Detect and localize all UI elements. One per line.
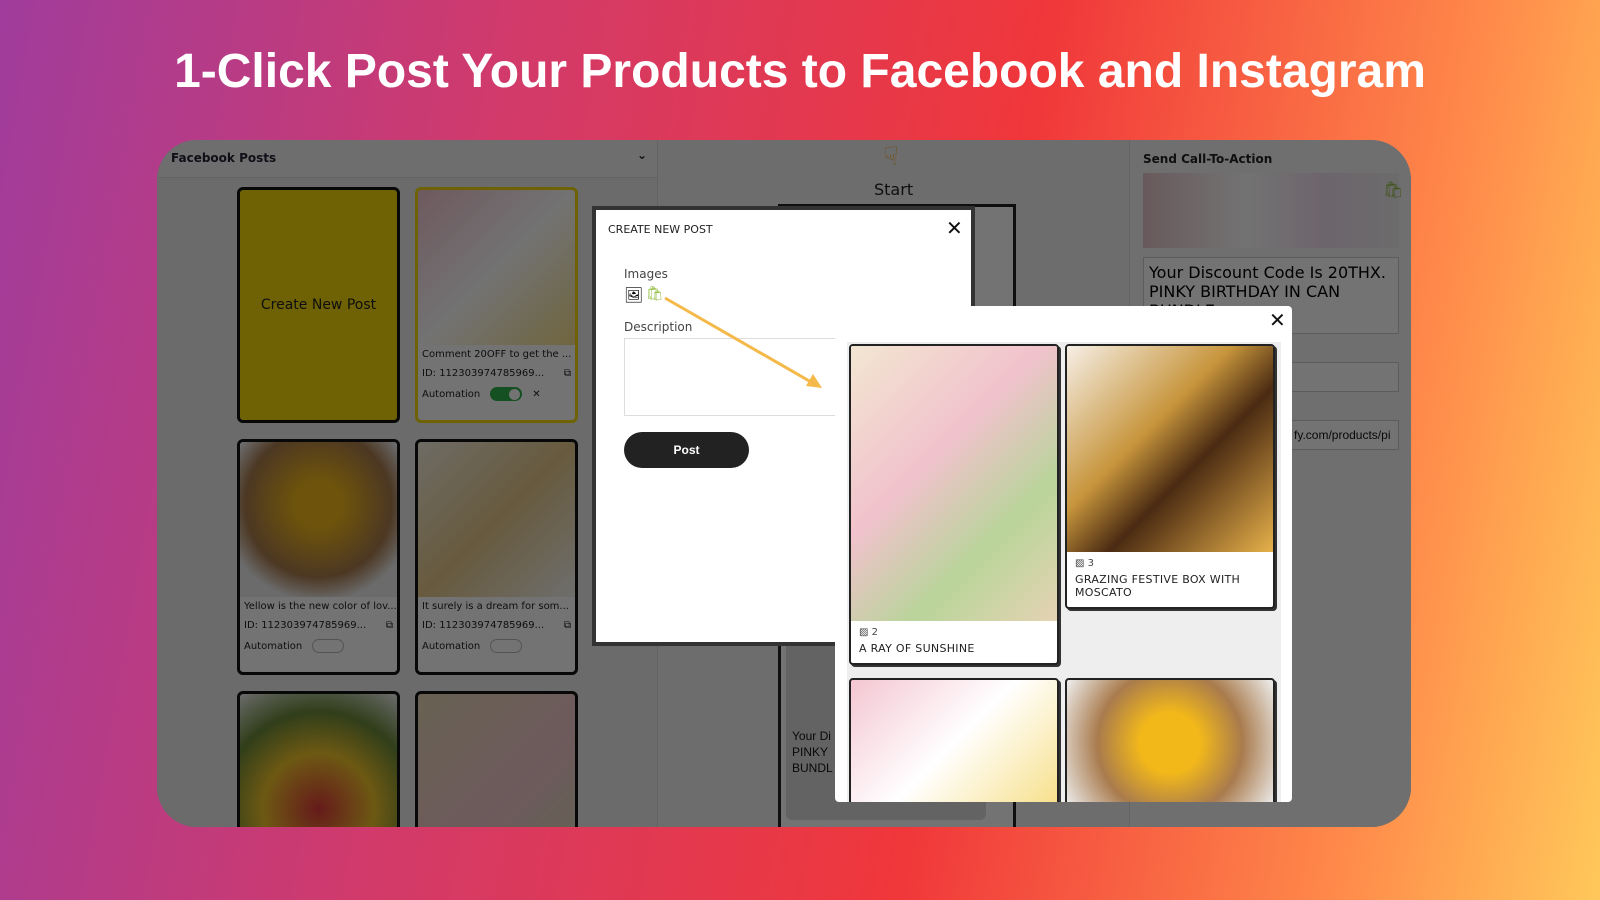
copy-icon[interactable]: ⧉ — [386, 620, 393, 631]
image-upload-icon[interactable]: 🖼 — [624, 286, 643, 304]
pointing-hand-icon: ☟ — [883, 142, 899, 172]
create-new-post-card[interactable]: Create New Post — [237, 187, 400, 423]
facebook-posts-header[interactable]: Facebook Posts ⌄ — [157, 140, 657, 178]
product-item[interactable] — [1065, 678, 1275, 802]
arrow-icon — [664, 296, 822, 388]
close-icon[interactable]: ✕ — [946, 216, 963, 240]
post-image — [418, 442, 575, 597]
automation-toggle[interactable] — [490, 639, 523, 653]
product-item[interactable]: ▨ 3 GRAZING FESTIVE BOX WITH MOSCATO — [1065, 344, 1275, 609]
product-item[interactable]: ▨ 2 A RAY OF SUNSHINE — [849, 344, 1059, 665]
close-icon[interactable]: ✕ — [532, 389, 540, 400]
post-image — [418, 190, 575, 345]
post-card[interactable]: Yellow is the new color of lov... ID: 11… — [237, 439, 400, 675]
chevron-down-icon[interactable]: ⌄ — [637, 148, 647, 162]
post-card[interactable] — [237, 691, 400, 827]
product-item[interactable] — [849, 678, 1059, 802]
image-count-icon: ▨ — [859, 627, 869, 638]
product-image — [851, 346, 1057, 621]
copy-icon[interactable]: ⧉ — [564, 620, 571, 631]
product-picker-modal: ✕ ▨ 2 A RAY OF SUNSHINE ▨ 3 GRAZING FEST… — [835, 306, 1292, 802]
post-card[interactable]: Comment 20OFF to get the ... ID: 1123039… — [415, 187, 578, 423]
product-image — [1067, 346, 1273, 552]
close-icon[interactable]: ✕ — [1269, 308, 1286, 332]
post-card[interactable]: It surely is a dream for som... ID: 1123… — [415, 439, 578, 675]
post-card[interactable] — [415, 691, 578, 827]
automation-toggle[interactable] — [312, 639, 345, 653]
cta-image — [1143, 173, 1399, 248]
shopify-icon[interactable]: 🛍 — [1383, 180, 1403, 199]
copy-icon[interactable]: ⧉ — [564, 368, 571, 379]
automation-toggle[interactable] — [490, 387, 523, 401]
headline: 1-Click Post Your Products to Facebook a… — [174, 45, 1426, 98]
image-count-icon: ▨ — [1075, 558, 1085, 569]
post-button[interactable]: Post — [624, 432, 749, 468]
post-image — [240, 442, 397, 597]
